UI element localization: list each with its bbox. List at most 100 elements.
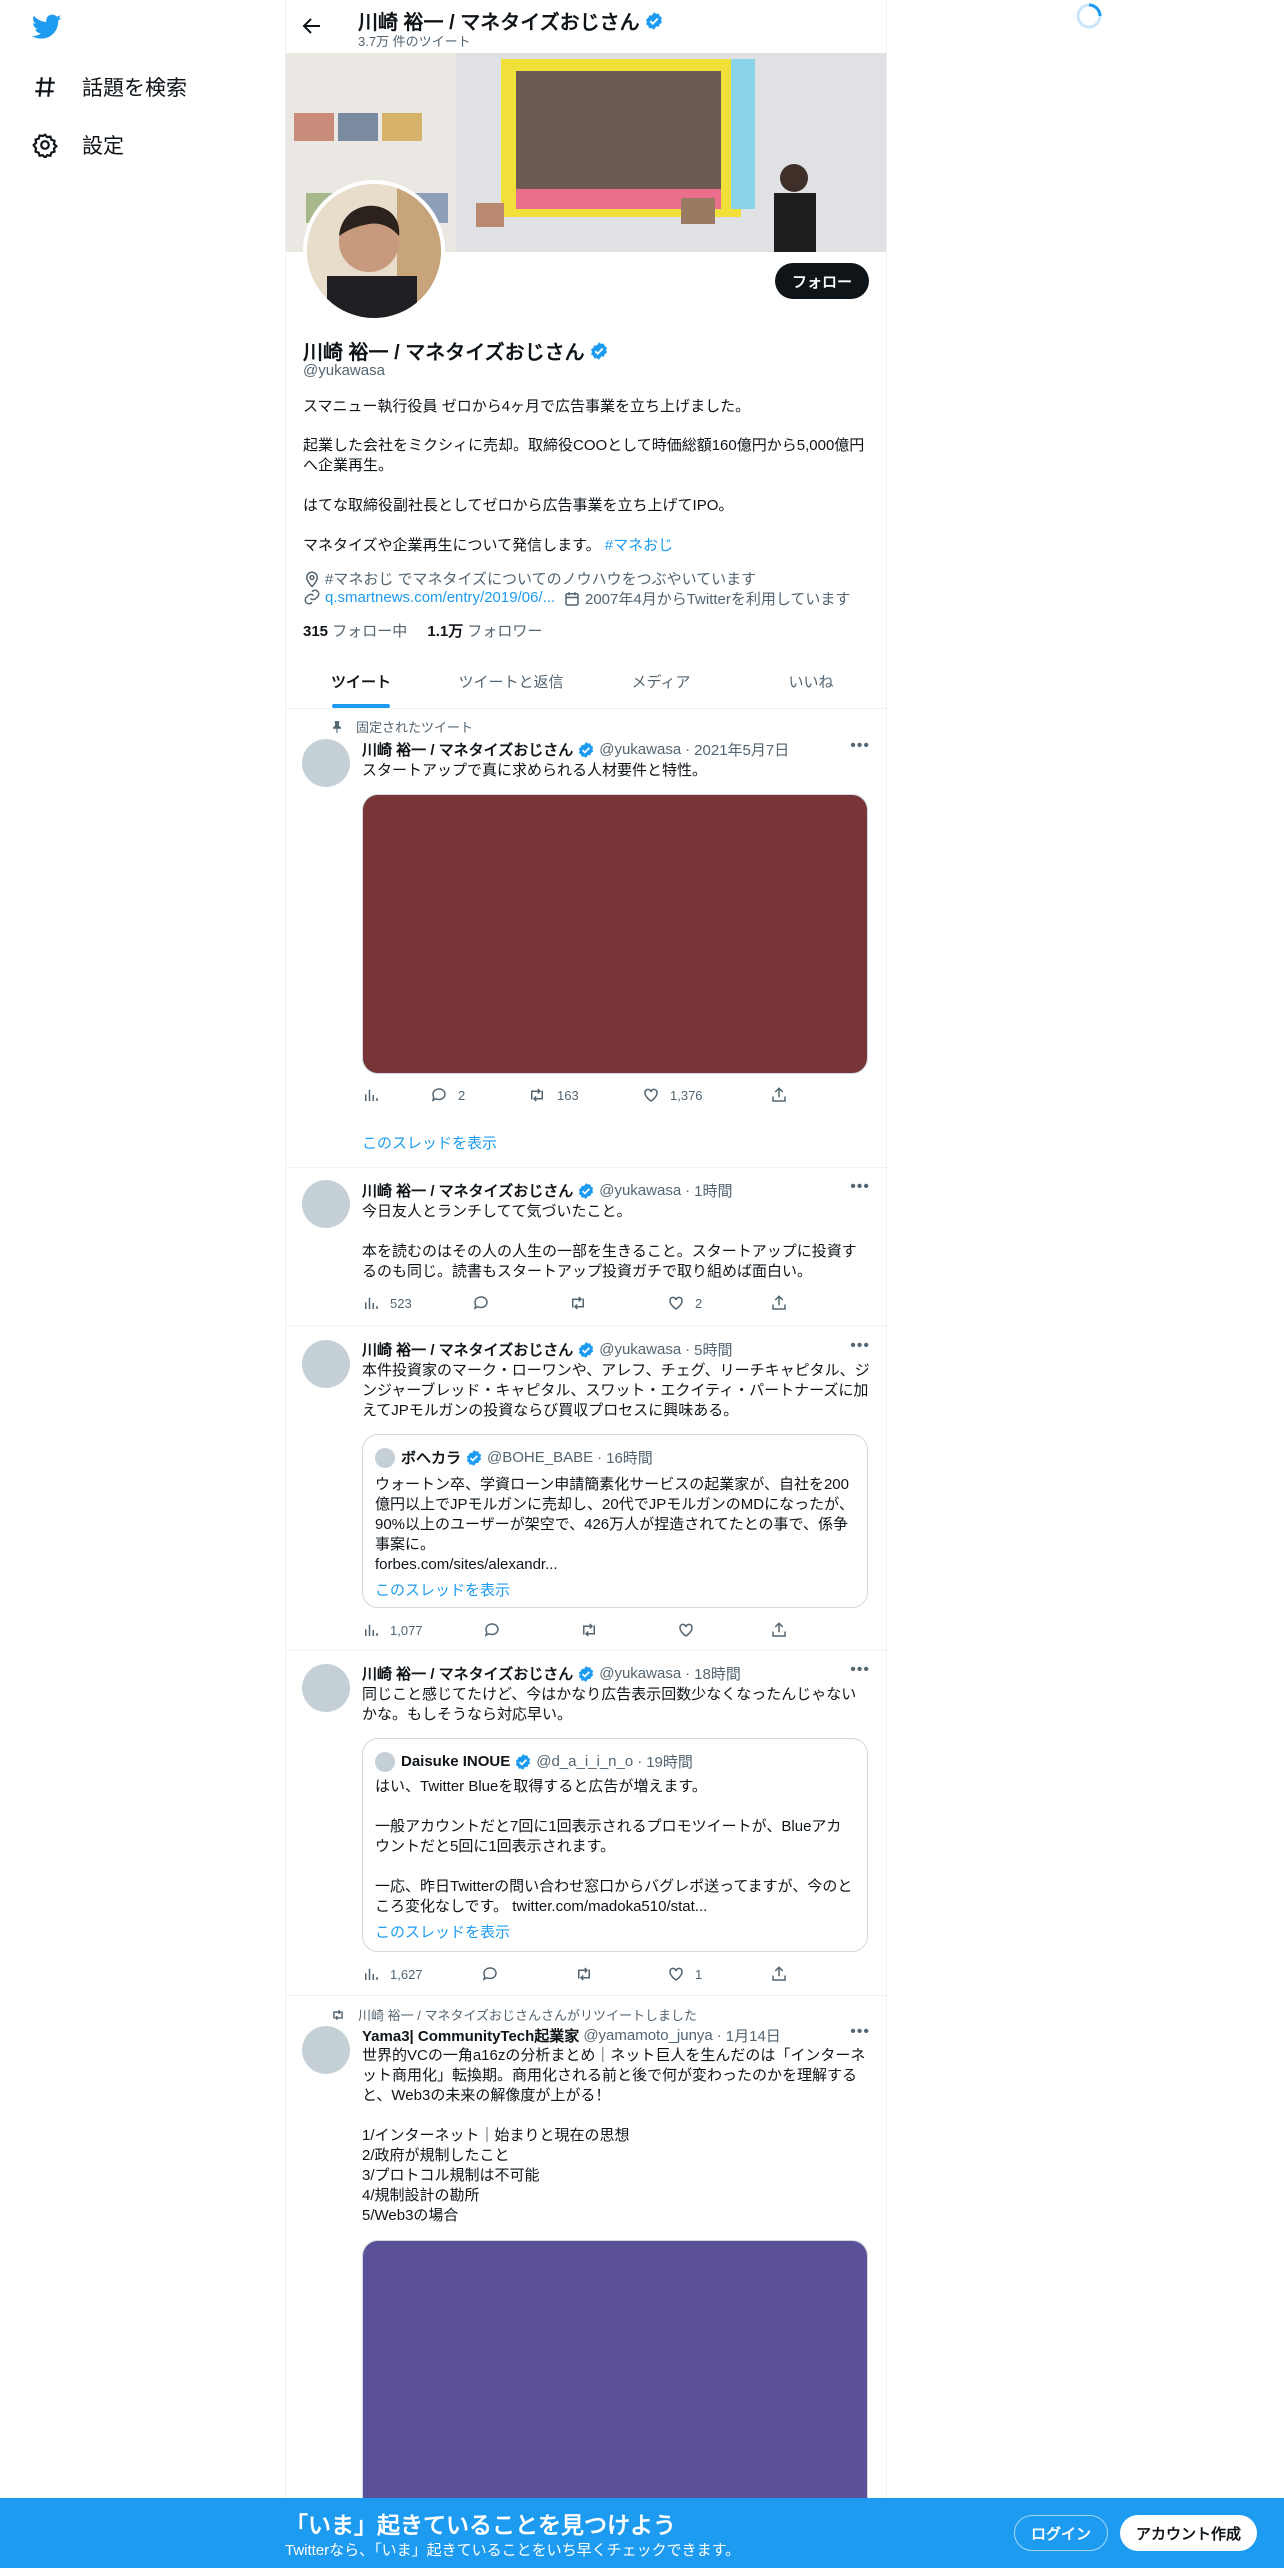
sidebar-item-label: 設定 [82,135,124,158]
author-name[interactable]: 川崎 裕一 / マネタイズおじさん [362,739,573,760]
separator-dot: · [685,1665,691,1682]
analytics-button[interactable]: 1,077 [362,1621,423,1639]
login-button[interactable]: ログイン [1014,2515,1109,2551]
profile-bio-line: スマニュー執行役員 ゼロから4ヶ月で広告事業を立ち上げました。 [303,398,751,415]
like-button[interactable]: 1 [667,1965,702,1983]
reply-button[interactable] [481,1965,509,1983]
share-button[interactable] [770,1294,788,1312]
quoted-tweet-time: 16時間 [606,1450,653,1467]
bio-hashtag-link[interactable]: #マネおじ [605,537,673,554]
quoted-tweet[interactable]: Daisuke INOUE @d_a_i_i_n_o · 19時間 はい、Twi… [362,1738,868,1952]
retweet-button[interactable] [568,1294,598,1312]
avatar[interactable] [302,2026,350,2074]
sidebar-item-explore[interactable]: 話題を検索 [32,72,187,102]
tab-tweets-and-replies[interactable]: ツイートと返信 [436,655,586,708]
show-thread-link[interactable]: このスレッドを表示 [362,1132,497,1153]
profile-avatar[interactable] [303,180,445,322]
share-button[interactable] [770,1621,788,1639]
bottom-bar-subtitle: Twitterなら、「いま」起きていることをいち早くチェックできます。 [285,2542,741,2559]
avatar[interactable] [302,1180,350,1228]
reply-button[interactable] [472,1294,500,1312]
avatar[interactable] [302,1340,350,1388]
calendar-icon [563,590,581,608]
author-name[interactable]: 川崎 裕一 / マネタイズおじさん [362,1180,573,1201]
like-button[interactable] [677,1621,705,1639]
author-handle[interactable]: @yukawasa [599,1341,681,1358]
tab-likes[interactable]: いいね [736,655,886,708]
like-button[interactable]: 2 [667,1294,702,1312]
view-count: 523 [390,1295,412,1311]
more-options-icon[interactable]: ••• [850,737,870,755]
more-options-icon[interactable]: ••• [850,1178,870,1196]
tweet[interactable]: 川崎 裕一 / マネタイズおじさんさんがリツイートしました Yama3| Com… [286,1996,886,2522]
tweet-header: 川崎 裕一 / マネタイズおじさん @yukawasa · 1時間 [362,1180,733,1201]
retweet-button[interactable] [574,1965,604,1983]
quoted-tweet-text: ウォートン卒、学資ローン申請簡素化サービスの起業家が、自社を200億円以上でJP… [375,1476,854,1573]
tweet[interactable]: 固定されたツイート 川崎 裕一 / マネタイズおじさん @yukawasa · … [286,709,886,1168]
retweet-label[interactable]: 川崎 裕一 / マネタイズおじさんさんがリツイートしました [358,2005,697,2024]
show-thread-link[interactable]: このスレッドを表示 [375,1579,510,1600]
tweet-time[interactable]: 2021年5月7日 [694,739,789,760]
avatar [375,1751,395,1772]
profile-url-link[interactable]: q.smartnews.com/entry/2019/06/... [325,589,555,606]
author-name[interactable]: 川崎 裕一 / マネタイズおじさん [362,1663,573,1684]
tweet-time[interactable]: 1時間 [694,1180,732,1201]
profile-name: 川崎 裕一 / マネタイズおじさん [303,336,609,365]
sidebar-item-label: 話題を検索 [82,77,187,100]
tweet-time[interactable]: 1月14日 [726,2025,781,2046]
tweet-text: 本件投資家のマーク・ローワンや、アレフ、チェグ、リーチキャピタル、ジンジャーブレ… [362,1362,870,1419]
avatar[interactable] [302,1664,350,1712]
reply-button[interactable]: 2 [430,1086,465,1104]
retweet-button[interactable] [579,1621,609,1639]
signup-button[interactable]: アカウント作成 [1120,2515,1258,2551]
retweet-context: 川崎 裕一 / マネタイズおじさんさんがリツイートしました [330,2005,697,2024]
author-name[interactable]: 川崎 裕一 / マネタイズおじさん [362,1339,573,1360]
view-count: 1,077 [390,1622,423,1638]
tweet[interactable]: 川崎 裕一 / マネタイズおじさん @yukawasa · 5時間 ••• 本件… [286,1326,886,1651]
like-button[interactable]: 1,376 [642,1086,703,1104]
profile-bio-line: はてな取締役副社長としてゼロから広告事業を立ち上げてIPO。 [303,497,734,514]
retweet-icon [579,1621,599,1639]
back-arrow-icon[interactable] [300,14,324,38]
following-link[interactable]: 315 フォロー中 [303,623,407,640]
like-count: 1 [695,1966,703,1982]
hashtag-icon [32,74,58,100]
tweet-time[interactable]: 5時間 [694,1339,732,1360]
followers-link[interactable]: 1.1万 フォロワー [427,623,542,640]
tweet-media-image[interactable] [362,2240,868,2522]
verified-badge-icon [577,1665,595,1683]
twitter-logo-icon[interactable] [32,14,62,40]
author-handle[interactable]: @yukawasa [599,741,681,758]
tweet[interactable]: 川崎 裕一 / マネタイズおじさん @yukawasa · 1時間 ••• 今日… [286,1168,886,1326]
author-handle[interactable]: @yukawasa [599,1665,681,1682]
sidebar-item-settings[interactable]: 設定 [32,130,124,160]
analytics-button[interactable]: 1,627 [362,1965,423,1983]
tweet[interactable]: 川崎 裕一 / マネタイズおじさん @yukawasa · 18時間 ••• 同… [286,1651,886,1996]
retweet-icon [527,1086,547,1104]
follow-button[interactable]: フォロー [774,263,869,299]
analytics-button[interactable] [362,1086,390,1104]
share-button[interactable] [770,1965,788,1983]
author-handle[interactable]: @yukawasa [599,1182,681,1199]
tweet-media-image[interactable] [362,794,868,1074]
share-button[interactable] [770,1086,788,1104]
gear-icon [32,132,58,158]
joined-text: 2007年4月からTwitterを利用しています [585,591,851,608]
retweet-button[interactable]: 163 [527,1086,579,1104]
author-handle[interactable]: @yamamoto_junya [583,2027,712,2044]
more-options-icon[interactable]: ••• [850,1337,870,1355]
quoted-tweet[interactable]: ボヘカラ @BOHE_BABE · 16時間 ウォートン卒、学資ローン申請簡素化… [362,1434,868,1608]
reply-button[interactable] [483,1621,511,1639]
profile-location: #マネおじ でマネタイズについてのノウハウをつぶやいています [303,568,756,589]
more-options-icon[interactable]: ••• [850,1661,870,1679]
reply-icon [472,1294,490,1312]
tab-media[interactable]: メディア [586,655,736,708]
analytics-button[interactable]: 523 [362,1294,412,1312]
avatar[interactable] [302,739,350,787]
more-options-icon[interactable]: ••• [850,2023,870,2041]
followers-label: フォロワー [467,623,543,640]
show-thread-link[interactable]: このスレッドを表示 [375,1921,510,1942]
tweet-time[interactable]: 18時間 [694,1663,741,1684]
tab-tweets[interactable]: ツイート [286,655,436,708]
author-name[interactable]: Yama3| CommunityTech起業家 [362,2025,579,2046]
